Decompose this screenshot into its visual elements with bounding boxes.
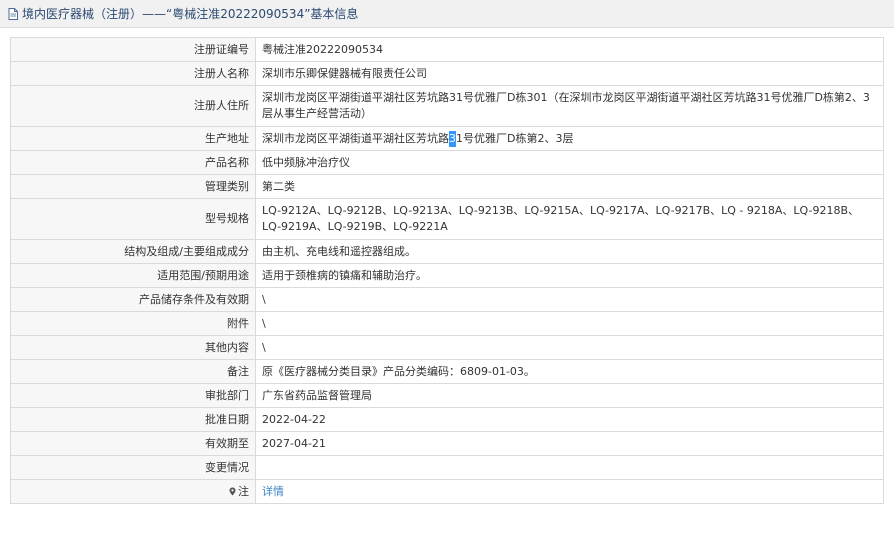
table-row: 结构及组成/主要组成成分 由主机、充电线和遥控器组成。	[10, 239, 884, 264]
table-row: 型号规格 LQ-9212A、LQ-9212B、LQ-9213A、LQ-9213B…	[10, 198, 884, 240]
device-info-table: 注册证编号 粤械注准20222090534 注册人名称 深圳市乐卿保健器械有限责…	[10, 37, 884, 504]
field-value: 原《医疗器械分类目录》产品分类编码：6809-01-03。	[255, 359, 884, 384]
field-label: 注册人名称	[10, 61, 256, 86]
field-label: 注册人住所	[10, 85, 256, 127]
details-link[interactable]: 详情	[262, 485, 284, 498]
page-header: 境内医疗器械（注册）——“粤械注准20222090534”基本信息	[0, 0, 894, 28]
field-label: 其他内容	[10, 335, 256, 360]
table-row: 变更情况	[10, 455, 884, 480]
field-label: 产品储存条件及有效期	[10, 287, 256, 312]
field-value: 深圳市乐卿保健器械有限责任公司	[255, 61, 884, 86]
field-label: 备注	[10, 359, 256, 384]
field-label: 审批部门	[10, 383, 256, 408]
page-title: 境内医疗器械（注册）——“粤械注准20222090534”基本信息	[22, 7, 359, 21]
field-value: 适用于颈椎病的镇痛和辅助治疗。	[255, 263, 884, 288]
table-row: 注册人住所 深圳市龙岗区平湖街道平湖社区芳坑路31号优雅厂D栋301（在深圳市龙…	[10, 85, 884, 127]
field-label: 型号规格	[10, 198, 256, 240]
table-row: 管理类别 第二类	[10, 174, 884, 199]
field-label: 附件	[10, 311, 256, 336]
field-value: LQ-9212A、LQ-9212B、LQ-9213A、LQ-9213B、LQ-9…	[255, 198, 884, 240]
table-row: 产品储存条件及有效期 \	[10, 287, 884, 312]
field-value	[255, 455, 884, 480]
text-selection: 3	[449, 130, 456, 147]
field-value: \	[255, 335, 884, 360]
note-label: 注	[238, 484, 249, 498]
table-row: 适用范围/预期用途 适用于颈椎病的镇痛和辅助治疗。	[10, 263, 884, 288]
field-label: 结构及组成/主要组成成分	[10, 239, 256, 264]
table-row: 生产地址 深圳市龙岗区平湖街道平湖社区芳坑路31号优雅厂D栋第2、3层	[10, 126, 884, 151]
pin-icon	[229, 487, 236, 495]
table-row: 有效期至 2027-04-21	[10, 431, 884, 456]
field-value: 详情	[255, 479, 884, 504]
field-value: 2022-04-22	[255, 407, 884, 432]
field-label: 管理类别	[10, 174, 256, 199]
field-value: 深圳市龙岗区平湖街道平湖社区芳坑路31号优雅厂D栋301（在深圳市龙岗区平湖街道…	[255, 85, 884, 127]
field-value: 深圳市龙岗区平湖街道平湖社区芳坑路31号优雅厂D栋第2、3层	[255, 126, 884, 151]
table-row: 其他内容 \	[10, 335, 884, 360]
field-label: 变更情况	[10, 455, 256, 480]
field-label: 注	[10, 479, 256, 504]
field-value: 广东省药品监督管理局	[255, 383, 884, 408]
field-value: 低中频脉冲治疗仪	[255, 150, 884, 175]
table-row: 注册人名称 深圳市乐卿保健器械有限责任公司	[10, 61, 884, 86]
field-label: 批准日期	[10, 407, 256, 432]
document-icon	[8, 7, 18, 20]
field-value: 粤械注准20222090534	[255, 37, 884, 62]
field-label: 有效期至	[10, 431, 256, 456]
table-row: 附件 \	[10, 311, 884, 336]
address-text-after: 1号优雅厂D栋第2、3层	[456, 131, 574, 145]
table-row: 批准日期 2022-04-22	[10, 407, 884, 432]
table-row: 备注 原《医疗器械分类目录》产品分类编码：6809-01-03。	[10, 359, 884, 384]
field-value: \	[255, 287, 884, 312]
field-value: 2027-04-21	[255, 431, 884, 456]
table-row: 审批部门 广东省药品监督管理局	[10, 383, 884, 408]
field-label: 注册证编号	[10, 37, 256, 62]
field-value: 第二类	[255, 174, 884, 199]
field-value: \	[255, 311, 884, 336]
table-row: 产品名称 低中频脉冲治疗仪	[10, 150, 884, 175]
field-label: 产品名称	[10, 150, 256, 175]
address-text-before: 深圳市龙岗区平湖街道平湖社区芳坑路	[262, 131, 449, 145]
table-row: 注册证编号 粤械注准20222090534	[10, 37, 884, 62]
field-label: 生产地址	[10, 126, 256, 151]
field-value: 由主机、充电线和遥控器组成。	[255, 239, 884, 264]
field-label: 适用范围/预期用途	[10, 263, 256, 288]
table-row: 注 详情	[10, 479, 884, 504]
